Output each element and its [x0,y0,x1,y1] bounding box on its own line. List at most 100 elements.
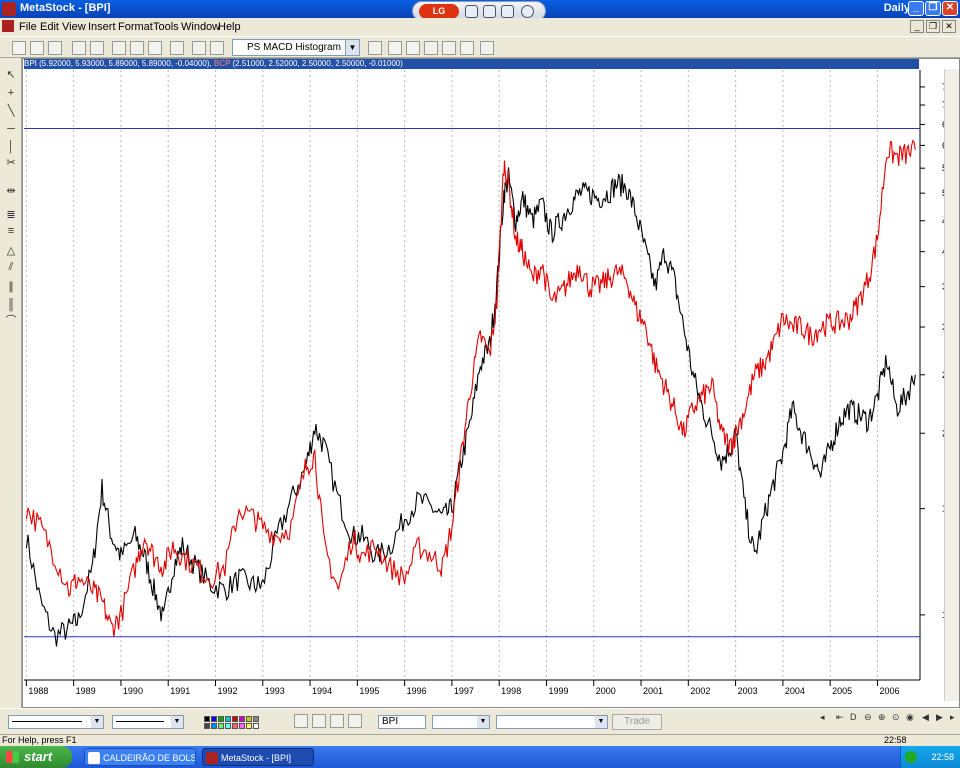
trade-button[interactable]: Trade [612,714,662,730]
menu-insert[interactable]: Insert [88,21,116,33]
scroll-left-icon[interactable]: ◂ [820,712,825,723]
crosshair-icon[interactable] [192,41,206,55]
fan-lines-icon[interactable]: ⫽ [4,260,18,274]
line-style-select[interactable]: ▼ [8,715,104,729]
save-icon[interactable] [48,41,62,55]
color-swatch[interactable] [225,716,231,722]
child-close-button[interactable]: ✕ [942,20,956,33]
indicator-select[interactable]: PS MACD Histogram ▼ [232,39,360,56]
chevron-down-icon[interactable] [521,5,534,18]
taskbar-item-metastock[interactable]: MetaStock - [BPI] [202,748,314,766]
menu-window[interactable]: Window [181,21,220,33]
media-icon[interactable] [501,5,514,18]
parallel-lines-icon[interactable]: ∥ [4,280,18,294]
scissors-icon[interactable]: ✂ [4,156,18,170]
scroll-lock-icon[interactable]: ⇤ [836,712,844,723]
chart-properties-icon[interactable] [294,714,308,728]
arc-icon[interactable]: ⌒ [4,314,18,328]
lg-logo[interactable]: LG [419,4,459,19]
price-chart[interactable]: 1988 1989 1990 1991 1992 1993 1994 1995 1996 1997… [22,58,944,708]
grid-icon[interactable] [330,714,344,728]
line-weight-select[interactable]: ▼ [112,715,184,729]
trendline-icon[interactable]: ╲ [4,104,18,118]
context-help-icon[interactable] [480,41,494,55]
color-swatch[interactable] [225,723,231,729]
undo-icon[interactable] [170,41,184,55]
price-axis-scroll[interactable] [944,69,959,701]
copy-icon[interactable] [130,41,144,55]
cycle-lines-icon[interactable]: ⇹ [4,184,18,198]
scroll-right-fast-icon[interactable]: ▶ [936,712,943,723]
indicator-builder-icon[interactable] [312,714,326,728]
color-swatch[interactable] [211,723,217,729]
vertical-line-icon[interactable]: │ [4,140,18,154]
network-icon[interactable] [483,5,496,18]
time-zones-icon[interactable]: ║ [4,298,18,312]
chevron-down-icon[interactable]: ▼ [477,716,489,728]
explorer-icon[interactable] [460,41,474,55]
color-swatch[interactable] [218,723,224,729]
color-swatch[interactable] [246,716,252,722]
scroll-left-fast-icon[interactable]: ◀ [922,712,929,723]
color-swatch[interactable] [239,723,245,729]
paste-icon[interactable] [148,41,162,55]
minimize-button[interactable]: _ [908,1,924,16]
formula-icon[interactable] [406,41,420,55]
menu-file[interactable]: File [19,21,37,33]
zoom-in-icon[interactable]: ⊕ [878,712,886,723]
menu-tools[interactable]: Tools [153,21,179,33]
system-tester-icon[interactable] [424,41,438,55]
tray-network-icon[interactable] [905,751,917,763]
period-select[interactable]: ▼ [496,715,608,729]
menu-edit[interactable]: Edit [40,21,59,33]
symbol-field[interactable]: BPI [378,715,426,729]
security-select[interactable]: ▼ [432,715,490,729]
menu-view[interactable]: View [62,21,86,33]
document-icon[interactable] [2,20,14,32]
record-icon[interactable]: ◉ [906,712,914,723]
pointer-icon[interactable]: ↖ [4,68,18,82]
color-swatch[interactable] [232,716,238,722]
data-window-icon[interactable]: D [850,712,857,722]
menu-help[interactable]: Help [218,21,241,33]
zoom-out-icon[interactable]: ⊖ [864,712,872,723]
crosshair-tool-icon[interactable]: + [4,86,18,100]
chevron-down-icon[interactable]: ▼ [91,716,103,728]
layout-icon[interactable] [348,714,362,728]
horizontal-line-icon[interactable]: ─ [4,122,18,136]
cut-icon[interactable] [112,41,126,55]
new-file-icon[interactable] [12,41,26,55]
color-swatch[interactable] [239,716,245,722]
color-swatch[interactable] [246,723,252,729]
zoom-icon[interactable] [210,41,224,55]
color-swatch[interactable] [204,723,210,729]
expert-advisor-icon[interactable] [388,41,402,55]
open-folder-icon[interactable] [30,41,44,55]
print-preview-icon[interactable] [90,41,104,55]
color-swatch[interactable] [204,716,210,722]
scroll-end-icon[interactable]: ▸ [950,712,955,723]
child-minimize-button[interactable]: _ [910,20,924,33]
lock-icon[interactable] [368,41,382,55]
menu-format[interactable]: Format [118,21,153,33]
triangle-icon[interactable]: △ [4,244,18,258]
home-icon[interactable] [465,5,478,18]
chevron-down-icon[interactable]: ▼ [345,40,359,55]
fibonacci-icon[interactable]: ≣ [4,208,18,222]
zoom-reset-icon[interactable]: ⊙ [892,712,900,723]
start-button[interactable]: start [0,746,72,768]
color-swatch[interactable] [211,716,217,722]
chevron-down-icon[interactable]: ▼ [595,716,607,728]
metastock-app-icon[interactable] [2,2,16,16]
restore-button[interactable]: ❐ [925,1,941,16]
child-restore-button[interactable]: ❐ [926,20,940,33]
color-swatch[interactable] [218,716,224,722]
chevron-down-icon[interactable]: ▼ [171,716,183,728]
color-swatch[interactable] [253,716,259,722]
taskbar-item-caldeirao[interactable]: CALDEIRÃO DE BOLS... [84,748,196,766]
retracement-icon[interactable]: ≡ [4,224,18,238]
color-swatch[interactable] [232,723,238,729]
color-swatch[interactable] [253,723,259,729]
close-button[interactable]: ✕ [942,1,958,16]
dollar-icon[interactable] [442,41,456,55]
